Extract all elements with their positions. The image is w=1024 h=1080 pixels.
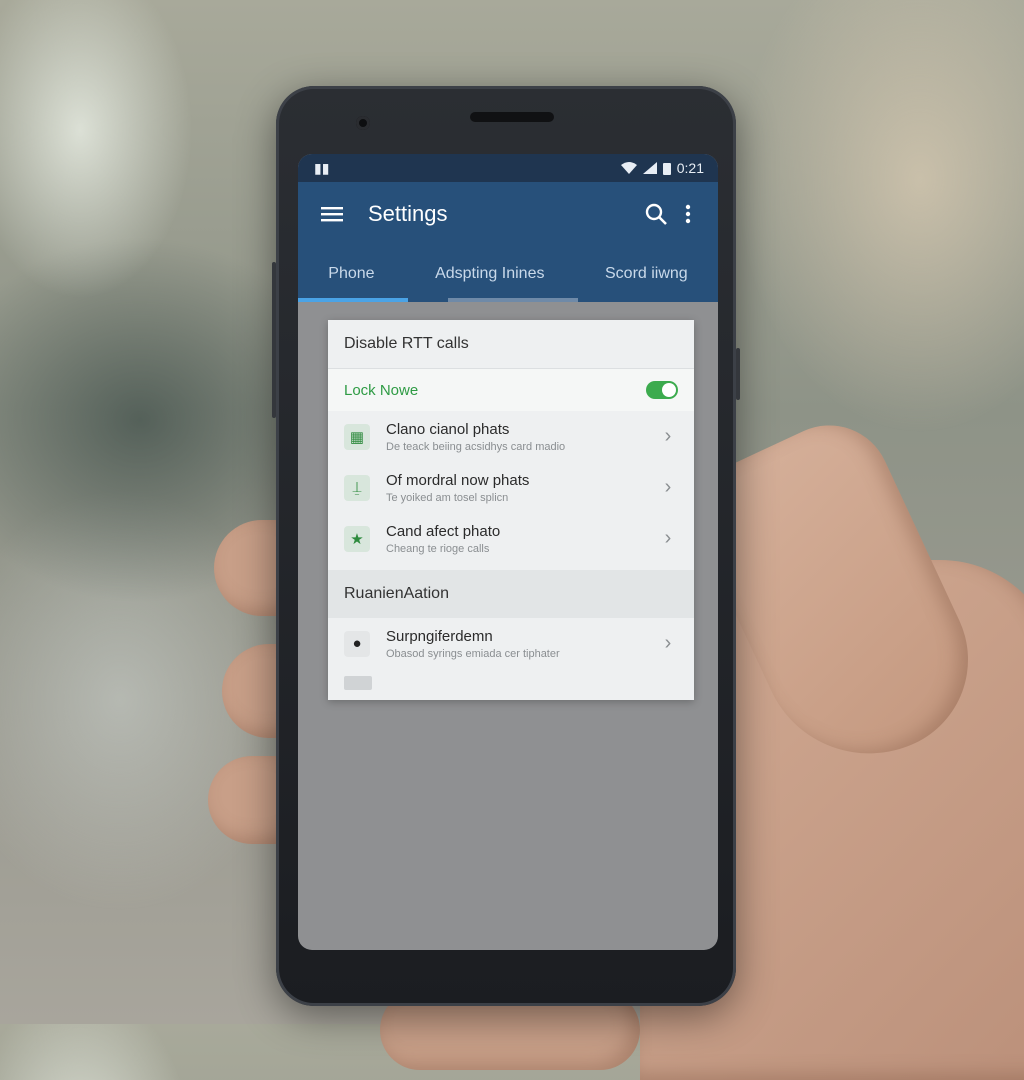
item-subtitle: Obasod syrings emiada cer tiphater [386, 647, 560, 660]
active-tab-indicator [298, 298, 408, 302]
hamburger-menu-icon[interactable] [316, 198, 348, 230]
collapse-handle[interactable] [344, 676, 372, 690]
app-bar: Settings [298, 182, 718, 246]
list-item[interactable]: ▦ Clano cianol phats De teack beiing acs… [328, 411, 694, 462]
chevron-right-icon: › [664, 476, 672, 498]
item-subtitle: Te yoiked am tosel splicn [386, 491, 509, 504]
notification-icon: ▮▮ [314, 159, 330, 176]
signal-icon [642, 162, 657, 174]
item-title: Surpngiferdemn [386, 627, 493, 645]
section-header: RuanienAation [328, 570, 694, 618]
card-header: Disable RTT calls [328, 320, 694, 369]
clock: 0:21 [676, 160, 704, 176]
toggle-label: Lock Nowe [344, 381, 419, 399]
person-icon: ⍊ [344, 474, 370, 501]
wifi-icon [620, 162, 637, 174]
item-title: Cand afect phato [386, 522, 501, 540]
item-title: Clano cianol phats [386, 420, 510, 438]
tab-indicator [448, 298, 578, 302]
item-subtitle: De teack beiing acsidhys card madio [386, 440, 566, 453]
dot-icon: ● [344, 630, 370, 657]
chevron-right-icon: › [664, 632, 672, 654]
tab-phone[interactable]: Phone [324, 257, 378, 291]
status-bar: ▮▮ 0:21 [298, 154, 718, 182]
more-vert-icon[interactable] [672, 198, 704, 230]
toggle-switch[interactable] [646, 381, 678, 399]
smartphone: ▮▮ 0:21 Settings Phone Adspting Inines S… [272, 86, 740, 1006]
list-item[interactable]: ● Surpngiferdemn Obasod syrings emiada c… [328, 618, 694, 669]
item-subtitle: Cheang te rioge calls [386, 542, 490, 555]
list-item[interactable]: ★ Cand afect phato Cheang te rioge calls… [328, 513, 694, 564]
settings-card: Disable RTT calls Lock Nowe ▦ Clano cian… [328, 320, 694, 700]
earpiece-speaker [470, 112, 554, 122]
battery-icon [662, 162, 671, 175]
chevron-right-icon: › [664, 527, 672, 549]
tab-bar: Phone Adspting Inines Scord iiwng [298, 246, 718, 302]
power-button [736, 348, 740, 400]
toggle-row[interactable]: Lock Nowe [328, 369, 694, 411]
search-icon[interactable] [640, 198, 672, 230]
page-title: Settings [368, 201, 448, 226]
phone-screen: ▮▮ 0:21 Settings Phone Adspting Inines S… [298, 154, 718, 950]
list-item[interactable]: ⍊ Of mordral now phats Te yoiked am tose… [328, 462, 694, 513]
volume-button [272, 262, 276, 418]
tab-adspting-inines[interactable]: Adspting Inines [431, 257, 548, 291]
item-title: Of mordral now phats [386, 471, 530, 489]
chevron-right-icon: › [664, 425, 672, 447]
star-icon: ★ [344, 525, 370, 552]
tab-scord-iiwng[interactable]: Scord iiwng [601, 257, 692, 291]
grid-icon: ▦ [344, 423, 370, 450]
front-camera [356, 116, 370, 130]
